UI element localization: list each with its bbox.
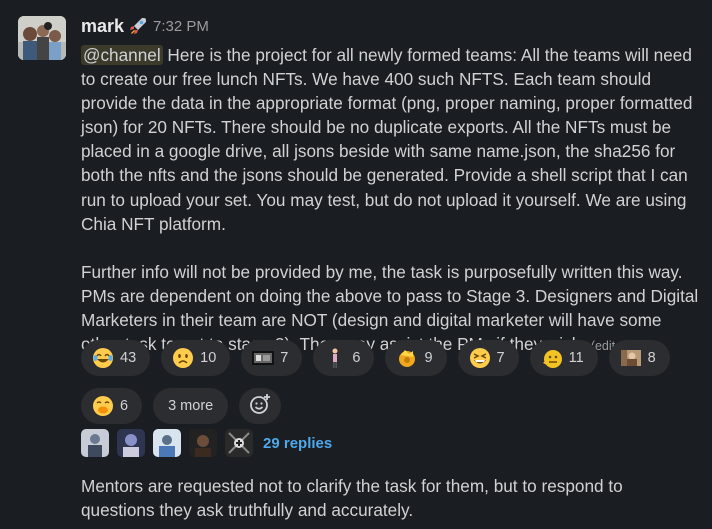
slack-message: mark 7:32 PM @channel Here is the projec… xyxy=(0,0,712,529)
followup-text: Mentors are requested not to clarify the… xyxy=(81,476,623,521)
reaction-count: 9 xyxy=(424,350,433,366)
reply-avatar-4 xyxy=(189,429,217,457)
grinning-squint-emoji-icon xyxy=(469,347,491,369)
reply-avatar-3 xyxy=(153,429,181,457)
more-reactions-label: 3 more xyxy=(168,398,214,414)
paragraph-1-text: Here is the project for all newly formed… xyxy=(81,45,693,234)
joy-emoji-icon xyxy=(92,347,114,369)
reply-avatar-1 xyxy=(81,429,109,457)
reaction-joy[interactable]: 43 xyxy=(81,340,151,376)
reaction-count: 8 xyxy=(647,350,656,366)
reaction-count: 7 xyxy=(496,350,505,366)
slightly-frowning-emoji-icon xyxy=(172,347,194,369)
hand-over-mouth-emoji-icon xyxy=(92,395,114,417)
reaction-hand-over-mouth[interactable]: 6 xyxy=(81,388,143,424)
reaction-count: 7 xyxy=(280,350,289,366)
reaction-custom-face[interactable]: 11 xyxy=(529,340,598,376)
reaction-custom-photo[interactable]: 8 xyxy=(608,340,670,376)
reaction-count: 6 xyxy=(352,350,361,366)
message-paragraph-1: @channel Here is the project for all new… xyxy=(81,43,701,236)
author-avatar[interactable] xyxy=(18,16,66,60)
reply-avatar-5 xyxy=(225,429,253,457)
reactions-row-2: 6 3 more xyxy=(81,388,701,424)
message-body: @channel Here is the project for all new… xyxy=(81,43,701,358)
custom-gold-emoji-icon xyxy=(396,347,418,369)
followup-message-body: Mentors are requested not to clarify the… xyxy=(81,474,701,522)
thread-summary[interactable]: 29 replies xyxy=(81,429,332,457)
custom-photo-emoji-icon xyxy=(620,347,642,369)
replies-link[interactable]: 29 replies xyxy=(263,435,332,452)
reaction-count: 10 xyxy=(200,350,217,366)
message-timestamp[interactable]: 7:32 PM xyxy=(153,18,209,35)
reaction-custom-image[interactable]: 7 xyxy=(241,340,303,376)
reaction-count: 6 xyxy=(120,398,129,414)
reaction-slightly-frowning[interactable]: 10 xyxy=(161,340,231,376)
rocket-icon xyxy=(127,15,149,37)
more-reactions-button[interactable]: 3 more xyxy=(153,388,229,424)
reactions-bar: 43 10 7 6 9 7 11 8 6 3 more xyxy=(81,340,701,436)
reactions-row-1: 43 10 7 6 9 7 11 8 xyxy=(81,340,701,376)
person-standing-emoji-icon xyxy=(324,347,346,369)
add-reaction-button[interactable] xyxy=(239,388,282,424)
avatar-photo-icon xyxy=(18,16,66,60)
reaction-person-standing[interactable]: 6 xyxy=(313,340,375,376)
channel-mention[interactable]: @channel xyxy=(81,45,163,65)
reaction-count: 11 xyxy=(568,350,584,366)
reaction-grinning-squint[interactable]: 7 xyxy=(457,340,519,376)
custom-image-emoji-icon xyxy=(252,347,275,369)
reaction-count: 43 xyxy=(120,350,137,366)
author-name[interactable]: mark xyxy=(81,16,124,37)
reaction-custom-gold[interactable]: 9 xyxy=(385,340,447,376)
message-header: mark 7:32 PM xyxy=(81,15,209,37)
add-emoji-icon xyxy=(249,393,271,419)
reply-avatar-2 xyxy=(117,429,145,457)
custom-face-emoji-icon xyxy=(541,347,563,369)
